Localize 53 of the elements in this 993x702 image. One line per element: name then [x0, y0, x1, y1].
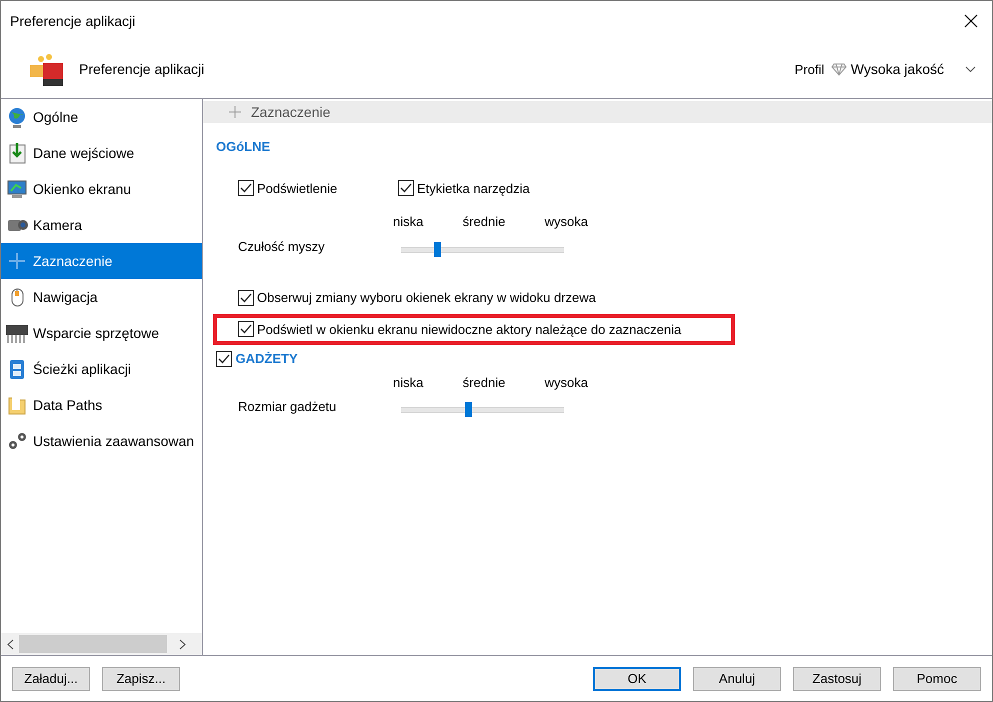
section-heading: OGóLNE — [216, 138, 270, 156]
plus-icon — [229, 106, 241, 118]
globe-icon — [6, 106, 28, 128]
slider-thumb[interactable] — [465, 402, 472, 417]
plus-icon — [6, 250, 28, 272]
checkbox[interactable] — [216, 350, 232, 367]
panel-title: Zaznaczenie — [251, 102, 330, 122]
profile-value[interactable]: Wysoka jakość — [850, 59, 944, 80]
sidebar-item[interactable]: Ustawienia zaawansowan — [1, 423, 202, 459]
chip-icon — [6, 322, 28, 344]
sidebar-item[interactable]: Ścieżki aplikacji — [1, 351, 202, 387]
sidebar-item[interactable]: Kamera — [1, 207, 202, 243]
header-title: Preferencje aplikacji — [79, 60, 204, 79]
sidebar-item[interactable]: Ogólne — [1, 99, 202, 135]
monitor-icon — [6, 178, 28, 200]
checkbox[interactable] — [238, 290, 254, 306]
checkbox-label: Etykietka narzędzia — [417, 180, 530, 198]
sidebar-item[interactable]: Zaznaczenie — [1, 243, 202, 279]
slider-label: Rozmiar gadżetu — [238, 398, 338, 416]
tick-label: wysoka — [544, 213, 588, 231]
checkbox[interactable] — [398, 180, 414, 196]
footer-button[interactable]: Zapisz... — [102, 666, 180, 690]
diamond-icon — [831, 63, 848, 76]
sidebar-item[interactable]: Data Paths — [1, 387, 202, 423]
slider-thumb[interactable] — [434, 242, 442, 256]
tick-label: średnie — [462, 374, 506, 392]
footer-button[interactable]: Zastosuj — [793, 666, 881, 690]
tick-label: niska — [393, 374, 424, 392]
sidebar-item[interactable]: Dane wejściowe — [1, 135, 202, 171]
sidebar-item[interactable]: Nawigacja — [1, 279, 202, 315]
footer-button[interactable]: OK — [593, 666, 681, 690]
slider-label: Czułość myszy — [238, 238, 326, 256]
sidebar-item[interactable]: Okienko ekranu — [1, 171, 202, 207]
checkbox[interactable] — [238, 180, 254, 196]
footer-button[interactable]: Załaduj... — [12, 666, 90, 690]
checkbox-label: Podświetl w okienku ekranu niewidoczne aktory należące do zaznaczenia — [257, 320, 682, 339]
window-title: Preferencje aplikacji — [10, 12, 136, 31]
close-icon[interactable] — [964, 14, 978, 28]
tick-label: niska — [393, 213, 424, 231]
scrollbar-thumb[interactable] — [19, 635, 167, 653]
gears-icon — [6, 430, 28, 452]
footer-button[interactable]: Pomoc — [893, 666, 981, 690]
checkbox-label: Obserwuj zmiany wyboru okienek ekrany w widoku drzewa — [257, 289, 596, 307]
sidebar-item[interactable]: Wsparcie sprzętowe — [1, 315, 202, 351]
logo-icon — [29, 52, 65, 86]
tick-label: wysoka — [544, 374, 588, 392]
section-heading: GADŻETY — [236, 350, 298, 368]
profile-label: Profil — [794, 60, 824, 79]
footer-button[interactable]: Anuluj — [693, 666, 781, 690]
caret-icon[interactable] — [965, 66, 976, 73]
tick-label: średnie — [462, 213, 506, 231]
checkbox[interactable] — [238, 321, 254, 338]
checkbox-label: Podświetlenie — [257, 180, 338, 198]
